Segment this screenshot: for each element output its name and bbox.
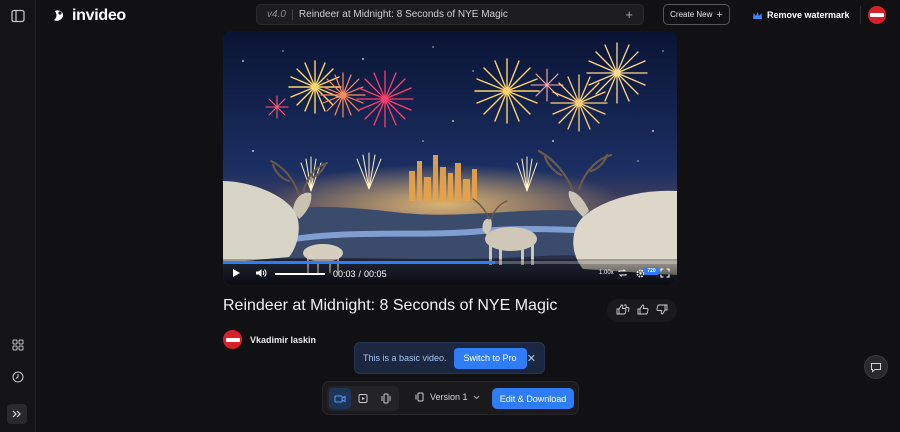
play-icon[interactable]: [231, 268, 241, 278]
version-label: Version 1: [430, 392, 468, 402]
volume-icon[interactable]: [255, 268, 267, 278]
version-tag: v4.0: [267, 9, 286, 20]
video-camera-icon[interactable]: [329, 388, 351, 409]
time-separator: /: [358, 269, 362, 279]
plus-icon: +: [716, 8, 723, 21]
thumbs-down-icon[interactable]: [656, 302, 668, 320]
project-title: Reindeer at Midnight: 8 Seconds of NYE M…: [298, 9, 508, 20]
plus-icon[interactable]: +: [625, 7, 633, 22]
upgrade-banner: This is a basic video. Switch to Pro ✕: [354, 342, 545, 374]
double-thumbs-up-icon[interactable]: [616, 302, 630, 320]
video-frame-image: [223, 31, 677, 285]
video-title: Reindeer at Midnight: 8 Seconds of NYE M…: [223, 297, 558, 314]
banner-message: This is a basic video.: [363, 353, 447, 363]
chat-icon: [871, 362, 881, 373]
feedback-group: [607, 299, 677, 322]
thumbs-up-icon[interactable]: [637, 302, 649, 320]
edit-download-button[interactable]: Edit & Download: [492, 388, 574, 409]
logo-text: invideo: [72, 7, 126, 24]
expand-sidebar-icon[interactable]: [7, 404, 27, 424]
time-display: 00:03 / 00:05: [333, 269, 387, 279]
header-divider: [860, 6, 861, 24]
version-selector[interactable]: Version 1: [415, 392, 480, 402]
playback-speed[interactable]: 1.00x: [599, 270, 614, 276]
time-current: 00:03: [333, 269, 356, 279]
chat-support-button[interactable]: [864, 355, 888, 379]
versions-icon: [415, 392, 424, 402]
close-icon[interactable]: ✕: [527, 352, 536, 365]
chevron-down-icon: [473, 395, 479, 399]
project-title-bar[interactable]: v4.0 Reindeer at Midnight: 8 Seconds of …: [256, 4, 644, 25]
video-player[interactable]: 00:03 / 00:05 1.00x 720: [223, 31, 677, 285]
remove-watermark-button[interactable]: Remove watermark: [752, 7, 850, 23]
grid-apps-icon[interactable]: [9, 336, 27, 354]
progress-bar[interactable]: [223, 261, 677, 264]
left-rail: [0, 0, 36, 432]
volume-fill: [275, 273, 325, 275]
user-avatar[interactable]: [868, 6, 886, 24]
fullscreen-icon[interactable]: [660, 268, 670, 278]
sidebar-toggle-icon[interactable]: [9, 7, 27, 25]
history-clock-icon[interactable]: [9, 368, 27, 386]
bottom-toolbar: Version 1 Edit & Download: [322, 381, 579, 415]
create-new-button[interactable]: Create New +: [663, 4, 730, 25]
loop-icon[interactable]: [617, 268, 628, 278]
remove-watermark-label: Remove watermark: [767, 10, 850, 20]
create-new-label: Create New: [670, 10, 713, 19]
channel-avatar: [223, 330, 242, 349]
view-mode-group: [327, 386, 399, 411]
media-edit-icon[interactable]: [352, 388, 374, 409]
resolution-badge: 720: [644, 267, 659, 275]
channel-name: Vkadimir laskin: [250, 334, 317, 345]
app-root: invideo v4.0 Reindeer at Midnight: 8 Sec…: [0, 0, 900, 432]
volume-slider[interactable]: [275, 273, 325, 275]
title-divider: [291, 9, 293, 20]
time-total: 00:05: [364, 269, 387, 279]
switch-to-pro-button[interactable]: Switch to Pro: [453, 347, 527, 369]
channel-info[interactable]: Vkadimir laskin: [223, 330, 316, 349]
progress-fill: [223, 261, 496, 264]
logo-mark-icon: [54, 10, 64, 21]
crown-icon: [753, 11, 762, 19]
invideo-logo[interactable]: invideo: [52, 6, 126, 26]
vibrate-phone-icon[interactable]: [375, 388, 397, 409]
